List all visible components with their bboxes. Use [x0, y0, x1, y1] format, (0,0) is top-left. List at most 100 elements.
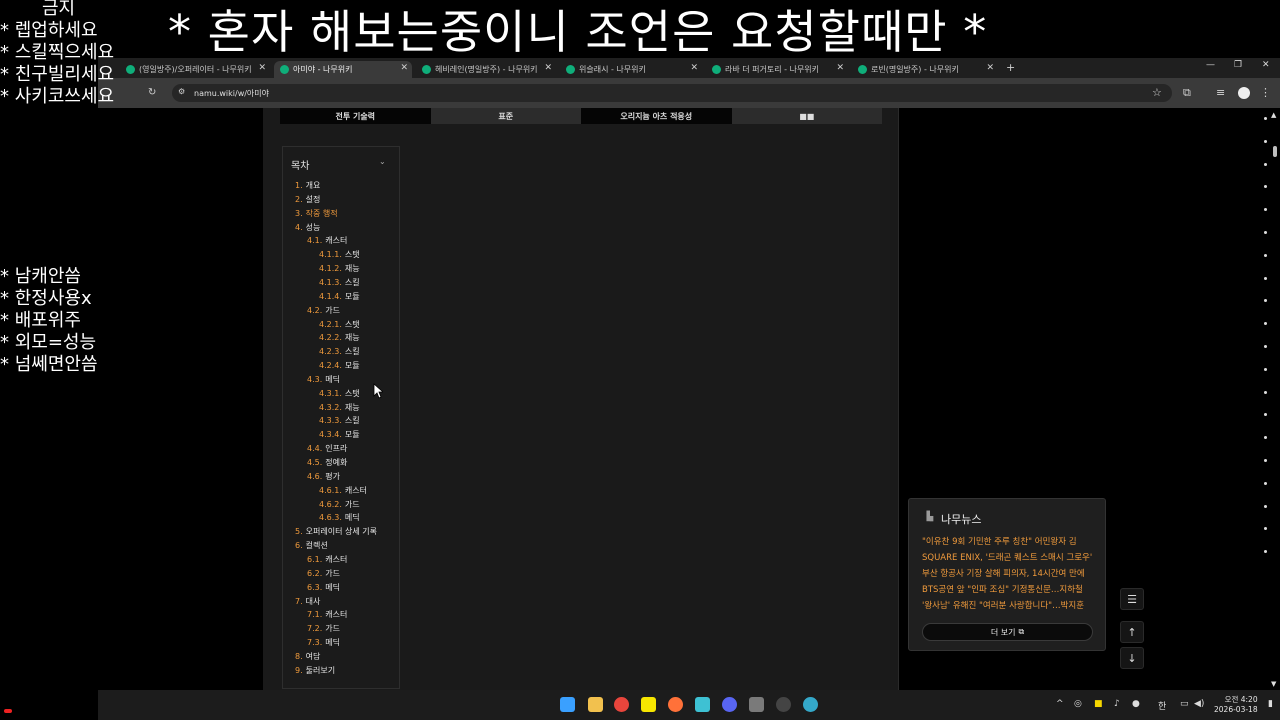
toc-item-number[interactable]: 6.3.	[307, 583, 322, 592]
toc-item-number[interactable]: 4.1.4.	[319, 292, 342, 301]
toc-item-number[interactable]: 4.2.1.	[319, 320, 342, 329]
toc-item[interactable]: 4.3.1. 스탯	[319, 388, 360, 399]
toc-item[interactable]: 4.6.3. 메딕	[319, 512, 360, 523]
news-link[interactable]: BTS공연 앞 "인파 조심" 기정통신문…지하철	[922, 583, 1094, 595]
toc-item-number[interactable]: 2.	[295, 195, 303, 204]
browser-tab[interactable]: 로빈(명일방주) - 나무위키 ✕	[852, 61, 998, 78]
menu-kebab-icon[interactable]: ⋮	[1260, 86, 1271, 99]
toc-item[interactable]: 4.4. 인프라	[307, 443, 347, 454]
toc-item-number[interactable]: 4.1.2.	[319, 264, 342, 273]
kakaotalk-icon[interactable]	[641, 697, 656, 712]
close-icon[interactable]: ✕	[400, 63, 408, 73]
toc-item-number[interactable]: 7.	[295, 597, 303, 606]
app-icon[interactable]	[695, 697, 710, 712]
site-info-icon[interactable]: ⚙	[178, 87, 185, 96]
browser-tab-active[interactable]: 아미야 - 나무위키 ✕	[274, 61, 412, 78]
toc-item[interactable]: 6. 컬렉션	[295, 540, 328, 551]
toc-item[interactable]: 4.3.3. 스킬	[319, 415, 360, 426]
toc-item[interactable]: 4.5. 정예화	[307, 457, 347, 468]
toc-item-number[interactable]: 8.	[295, 652, 303, 661]
reload-icon[interactable]: ↻	[148, 87, 156, 98]
toc-item-number[interactable]: 4.3.3.	[319, 416, 342, 425]
restore-icon[interactable]: ❐	[1234, 60, 1242, 70]
toc-item[interactable]: 3. 작중 행적	[295, 208, 338, 219]
discord-icon[interactable]	[722, 697, 737, 712]
toc-item[interactable]: 4.2.1. 스탯	[319, 319, 360, 330]
toc-item-number[interactable]: 4.2.4.	[319, 361, 342, 370]
toc-item[interactable]: 6.2. 가드	[307, 568, 340, 579]
close-icon[interactable]: ✕	[258, 63, 266, 73]
scroll-bottom-button[interactable]: ↓	[1120, 647, 1144, 669]
toc-item[interactable]: 8. 여담	[295, 651, 320, 662]
close-icon[interactable]: ✕	[690, 63, 698, 73]
toc-item[interactable]: 7.3. 메딕	[307, 637, 340, 648]
scroll-top-button[interactable]: ↑	[1120, 621, 1144, 643]
chevron-down-icon[interactable]: ⌄	[379, 157, 386, 166]
toc-item-number[interactable]: 4.1.1.	[319, 250, 342, 259]
window-close-icon[interactable]: ✕	[1262, 60, 1270, 70]
news-link[interactable]: "이유찬 9회 기민한 주루 칭찬" 어민왕자 김	[922, 535, 1094, 547]
toc-item-number[interactable]: 7.1.	[307, 610, 322, 619]
browser-tab[interactable]: 헤비레인(명일방주) - 나무위키 ✕	[416, 61, 556, 78]
toc-item[interactable]: 4.6. 평가	[307, 471, 340, 482]
toc-item[interactable]: 4.3.2. 재능	[319, 402, 360, 413]
app-icon[interactable]	[803, 697, 818, 712]
toc-item-number[interactable]: 4.6.2.	[319, 500, 342, 509]
clock[interactable]: 오전 4:20 2026-03-18	[1214, 695, 1258, 715]
tray-app-icon[interactable]: ●	[1132, 699, 1140, 709]
browser-tab[interactable]: 라바 더 퍼거토리 - 나무위키 ✕	[706, 61, 848, 78]
toc-item-number[interactable]: 7.2.	[307, 624, 322, 633]
avatar[interactable]	[1238, 87, 1250, 99]
toc-item-number[interactable]: 4.4.	[307, 444, 322, 453]
toc-item-number[interactable]: 9.	[295, 666, 303, 675]
scrollbar[interactable]	[1268, 108, 1280, 690]
toc-item[interactable]: 6.3. 메딕	[307, 582, 340, 593]
start-icon[interactable]	[560, 697, 575, 712]
toc-item[interactable]: 4.1.4. 모듈	[319, 291, 360, 302]
notification-icon[interactable]: ▮	[1268, 699, 1273, 709]
toc-item[interactable]: 4.2.3. 스킬	[319, 346, 360, 357]
minimize-icon[interactable]: —	[1206, 60, 1215, 70]
file-explorer-icon[interactable]	[588, 697, 603, 712]
settings-icon[interactable]	[776, 697, 791, 712]
scroll-down-icon[interactable]: ▼	[1271, 680, 1276, 688]
toc-toggle-button[interactable]: ☰	[1120, 588, 1144, 610]
toc-item-number[interactable]: 4.2.	[307, 306, 322, 315]
news-link[interactable]: '왕사남' 유해진 "여러분 사랑합니다"…박지훈	[922, 599, 1094, 611]
toc-item[interactable]: 4.6.1. 캐스터	[319, 485, 367, 496]
toc-item[interactable]: 4.1. 캐스터	[307, 235, 347, 246]
toc-item[interactable]: 4. 성능	[295, 222, 320, 233]
toc-item[interactable]: 4.1.1. 스탯	[319, 249, 360, 260]
toc-item-number[interactable]: 4.1.3.	[319, 278, 342, 287]
toc-item-number[interactable]: 5.	[295, 527, 303, 536]
news-link[interactable]: 부산 항공사 기장 살해 피의자, 14시간여 만에	[922, 567, 1094, 579]
bookmark-star-icon[interactable]: ☆	[1152, 86, 1162, 99]
close-icon[interactable]: ✕	[836, 63, 844, 73]
tray-app-icon[interactable]: ◎	[1074, 699, 1082, 709]
microphone-icon[interactable]: ♪	[1114, 699, 1120, 709]
scroll-up-icon[interactable]: ▲	[1271, 111, 1276, 119]
toc-item[interactable]: 2. 설정	[295, 194, 320, 205]
volume-icon[interactable]: ◀)	[1194, 699, 1204, 709]
toc-item[interactable]: 4.3.4. 모듈	[319, 429, 360, 440]
toc-item[interactable]: 4.2. 가드	[307, 305, 340, 316]
toc-item[interactable]: 7.1. 캐스터	[307, 609, 347, 620]
toc-item[interactable]: 7. 대사	[295, 596, 320, 607]
toc-item-number[interactable]: 4.3.4.	[319, 430, 342, 439]
tray-app-icon[interactable]: ■	[1094, 699, 1103, 709]
toc-item-number[interactable]: 4.6.1.	[319, 486, 342, 495]
toc-item[interactable]: 7.2. 가드	[307, 623, 340, 634]
toc-item[interactable]: 4.2.2. 재능	[319, 332, 360, 343]
toc-item-number[interactable]: 4.6.	[307, 472, 322, 481]
new-tab-icon[interactable]: +	[1006, 61, 1015, 74]
toc-item-number[interactable]: 4.6.3.	[319, 513, 342, 522]
toc-item[interactable]: 4.2.4. 모듈	[319, 360, 360, 371]
toc-item[interactable]: 4.6.2. 가드	[319, 499, 360, 510]
toc-item-number[interactable]: 4.2.2.	[319, 333, 342, 342]
toc-item[interactable]: 9. 둘러보기	[295, 665, 335, 676]
browser-tab[interactable]: 위슬래시 - 나무위키 ✕	[560, 61, 702, 78]
close-icon[interactable]: ✕	[986, 63, 994, 73]
tray-overflow-icon[interactable]: ^	[1056, 699, 1064, 709]
ime-indicator[interactable]: 한	[1158, 699, 1166, 712]
toc-item[interactable]: 1. 개요	[295, 180, 320, 191]
